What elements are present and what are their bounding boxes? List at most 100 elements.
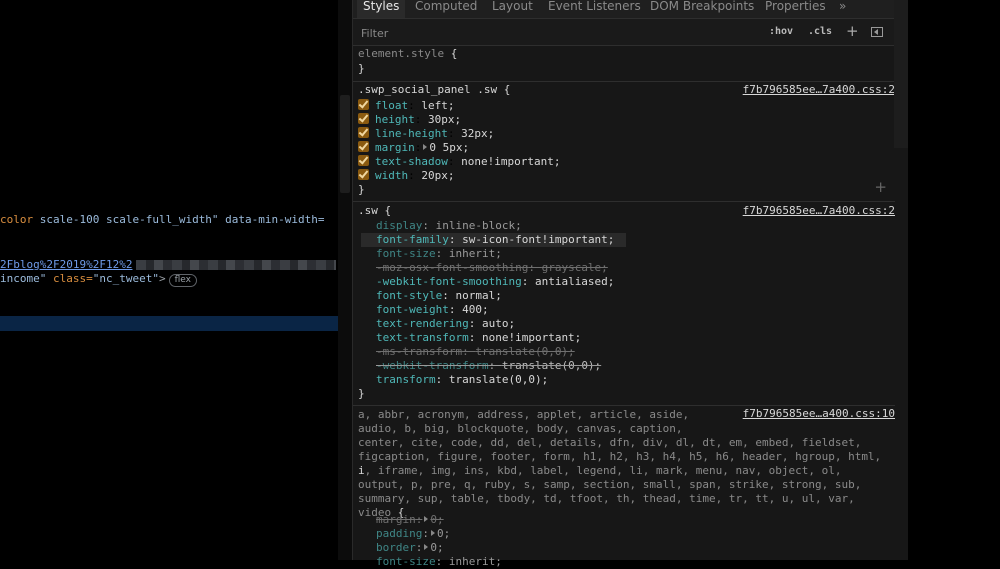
hover-state-button[interactable]: :hov — [769, 26, 793, 37]
property-row-overridden[interactable]: margin: 0; — [376, 513, 444, 527]
dom-line[interactable]: income" class="nc_tweet"> flex — [0, 272, 197, 287]
property-row-hovered[interactable]: font-family: sw-icon-font!important; — [361, 233, 626, 247]
tab-dom-breakpoints[interactable]: DOM Breakpoints — [650, 0, 754, 18]
property-value[interactable]: grayscale; — [542, 261, 608, 274]
property-name[interactable]: line-height — [375, 127, 448, 140]
property-value[interactable]: none!important; — [482, 331, 581, 344]
property-value[interactable]: translate(0,0); — [502, 359, 601, 372]
property-row[interactable]: width: 20px; — [358, 169, 455, 183]
property-checkbox[interactable] — [358, 155, 369, 166]
property-name[interactable]: -webkit-font-smoothing — [376, 275, 522, 288]
property-value[interactable]: sw-icon-font!important; — [462, 233, 614, 246]
property-row[interactable]: text-transform: none!important; — [376, 331, 581, 345]
property-row[interactable]: display: inline-block; — [376, 219, 522, 233]
property-name[interactable]: font-size — [376, 555, 436, 568]
property-name[interactable]: height — [375, 113, 415, 126]
property-value[interactable]: translate(0,0); — [449, 373, 548, 386]
property-row[interactable]: -webkit-font-smoothing: antialiased; — [376, 275, 614, 289]
rule-selector-list[interactable]: a, abbr, acronym, address, applet, artic… — [358, 408, 881, 520]
property-name[interactable]: text-shadow — [375, 155, 448, 168]
property-value[interactable]: 0 5px; — [429, 141, 469, 154]
property-value[interactable]: translate(0,0); — [475, 345, 574, 358]
tab-styles[interactable]: Styles — [357, 0, 406, 18]
dom-link[interactable]: 2Fblog%2F2019%2F12%2 — [0, 258, 132, 271]
tab-properties[interactable]: Properties — [765, 0, 826, 18]
property-name[interactable]: font-family — [376, 233, 449, 246]
property-row[interactable]: font-size: inherit; — [376, 555, 502, 569]
property-value[interactable]: 0; — [430, 541, 443, 554]
scrollbar-thumb[interactable] — [340, 95, 350, 193]
filter-input[interactable] — [359, 24, 723, 42]
add-property-icon[interactable]: + — [874, 178, 887, 196]
tab-layout[interactable]: Layout — [492, 0, 533, 18]
stylesheet-link[interactable]: f7b796585ee…7a400.css:2 — [743, 204, 895, 218]
property-value[interactable]: 0; — [430, 513, 443, 526]
expand-triangle-icon[interactable] — [424, 544, 429, 550]
property-value[interactable]: inherit; — [449, 247, 502, 260]
property-value[interactable]: 0; — [437, 527, 450, 540]
property-row[interactable]: height: 30px; — [358, 113, 461, 127]
property-checkbox[interactable] — [358, 99, 369, 110]
expand-triangle-icon[interactable] — [424, 516, 429, 522]
property-value[interactable]: none!important; — [461, 155, 560, 168]
styles-scrollbar[interactable] — [894, 0, 908, 148]
property-name[interactable]: display — [376, 219, 422, 232]
property-row-overridden[interactable]: -moz-osx-font-smoothing: grayscale; — [376, 261, 608, 275]
expand-triangle-icon[interactable] — [423, 144, 428, 150]
property-row[interactable]: border: 0; — [376, 541, 444, 555]
property-name[interactable]: -moz-osx-font-smoothing — [376, 261, 528, 274]
property-value[interactable]: 20px; — [421, 169, 454, 182]
property-checkbox[interactable] — [358, 127, 369, 138]
dom-line[interactable]: 2Fblog%2F2019%2F12%2 — [0, 258, 337, 272]
stylesheet-link[interactable]: f7b796585ee…7a400.css:2 — [743, 83, 895, 97]
property-row[interactable]: float: left; — [358, 99, 455, 113]
property-name[interactable]: margin — [375, 141, 415, 154]
property-value[interactable]: antialiased; — [535, 275, 614, 288]
flex-badge[interactable]: flex — [168, 274, 197, 287]
property-row[interactable]: margin: 0 5px; — [358, 141, 469, 155]
expand-triangle-icon[interactable] — [430, 530, 435, 536]
property-value[interactable]: normal; — [455, 289, 501, 302]
property-row[interactable]: text-shadow: none!important; — [358, 155, 560, 169]
property-row[interactable]: font-size: inherit; — [376, 247, 502, 261]
tab-computed[interactable]: Computed — [415, 0, 477, 18]
rule-selector[interactable]: .swp_social_panel .sw — [358, 83, 497, 96]
property-checkbox[interactable] — [358, 141, 369, 152]
property-value[interactable]: 400; — [462, 303, 489, 316]
property-name[interactable]: font-weight — [376, 303, 449, 316]
property-name[interactable]: margin — [376, 513, 416, 526]
property-name[interactable]: font-style — [376, 289, 442, 302]
property-row-overridden[interactable]: -ms-transform: translate(0,0); — [376, 345, 575, 359]
property-value[interactable]: auto; — [482, 317, 515, 330]
property-value[interactable]: inherit; — [449, 555, 502, 568]
rule-selector[interactable]: .sw — [358, 204, 378, 217]
tab-more-icon[interactable]: » — [839, 0, 846, 18]
property-name[interactable]: -ms-transform — [376, 345, 462, 358]
property-name[interactable]: text-transform — [376, 331, 469, 344]
property-name[interactable]: border — [376, 541, 416, 554]
property-value[interactable]: 32px; — [461, 127, 494, 140]
property-row-overridden[interactable]: -webkit-transform: translate(0,0); — [376, 359, 601, 373]
property-checkbox[interactable] — [358, 169, 369, 180]
property-row[interactable]: transform: translate(0,0); — [376, 373, 548, 387]
property-name[interactable]: width — [375, 169, 408, 182]
property-checkbox[interactable] — [358, 113, 369, 124]
new-rule-icon[interactable]: + — [846, 22, 859, 40]
selected-dom-row[interactable] — [0, 316, 338, 331]
class-toggle-button[interactable]: .cls — [808, 26, 832, 37]
property-name[interactable]: transform — [376, 373, 436, 386]
property-row[interactable]: font-style: normal; — [376, 289, 502, 303]
property-value[interactable]: 30px; — [428, 113, 461, 126]
property-name[interactable]: font-size — [376, 247, 436, 260]
property-row[interactable]: line-height: 32px; — [358, 127, 494, 141]
property-name[interactable]: text-rendering — [376, 317, 469, 330]
property-value[interactable]: left; — [421, 99, 454, 112]
property-name[interactable]: -webkit-transform — [376, 359, 489, 372]
property-row[interactable]: text-rendering: auto; — [376, 317, 515, 331]
property-row[interactable]: font-weight: 400; — [376, 303, 489, 317]
property-row[interactable]: padding: 0; — [376, 527, 450, 541]
tab-event-listeners[interactable]: Event Listeners — [548, 0, 641, 18]
property-value[interactable]: inline-block; — [436, 219, 522, 232]
property-name[interactable]: float — [375, 99, 408, 112]
toggle-sidebar-icon[interactable] — [871, 27, 883, 37]
